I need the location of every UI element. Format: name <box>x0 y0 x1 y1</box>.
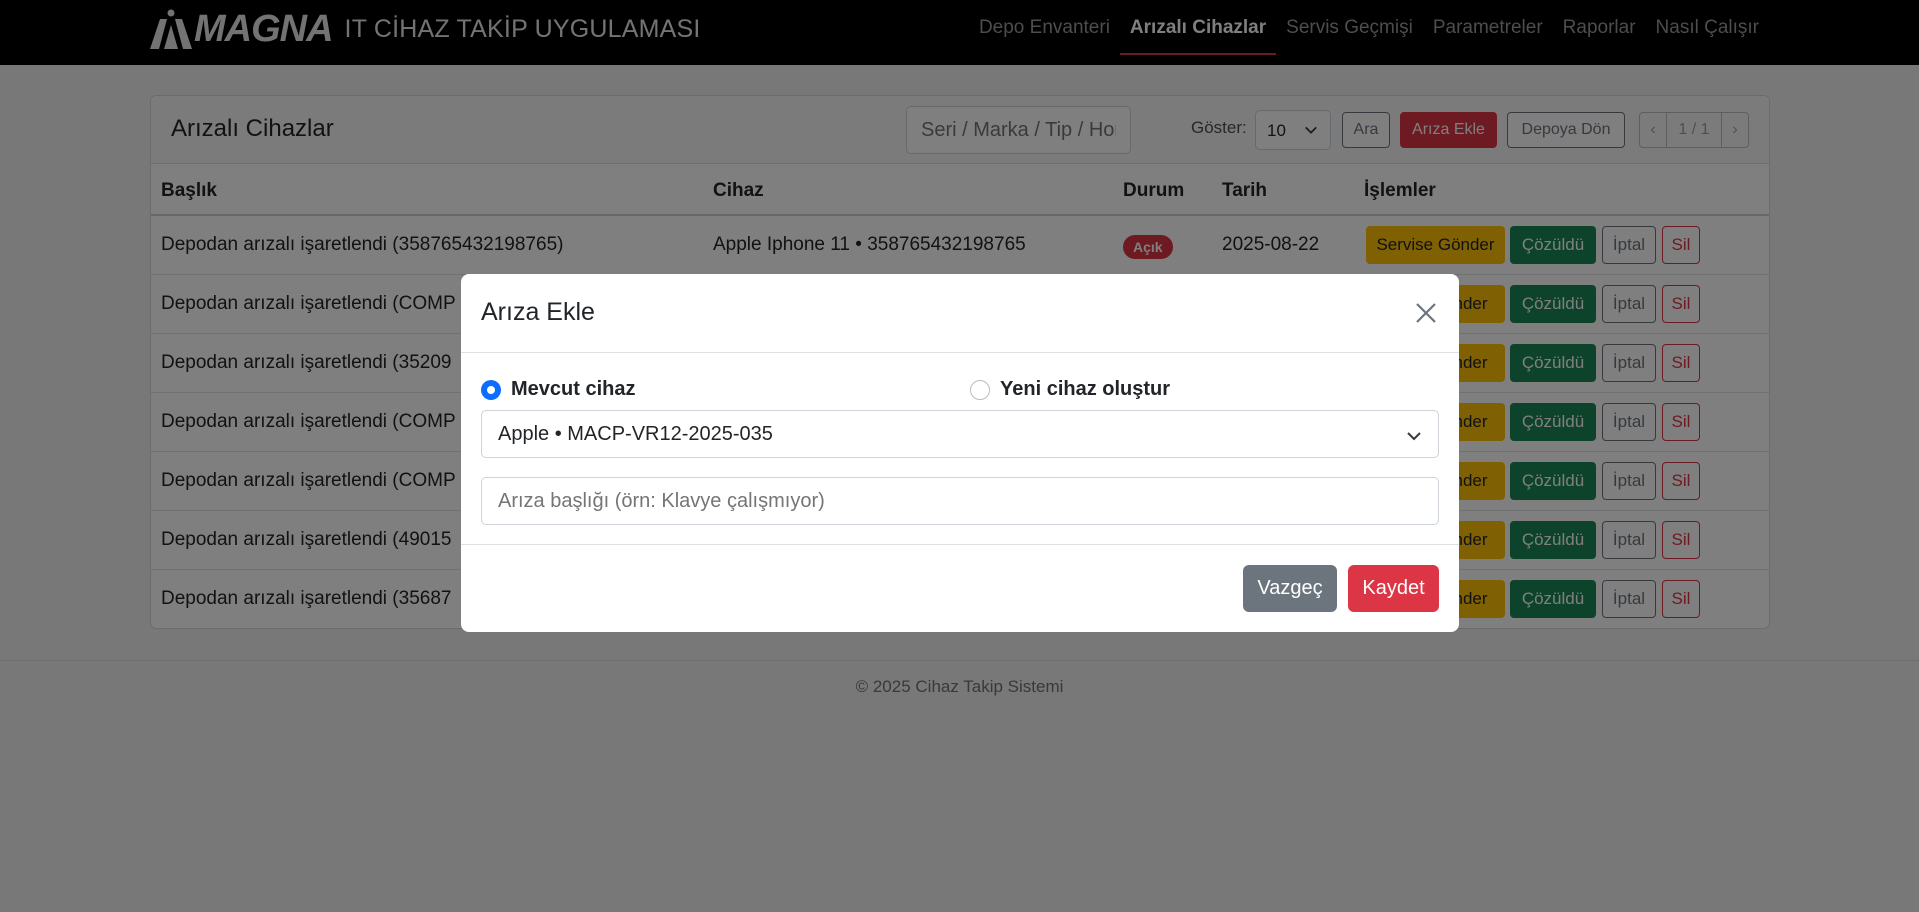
device-select-value: Apple • MACP-VR12-2025-035 <box>498 423 773 445</box>
modal-footer: Vazgeç Kaydet <box>461 544 1459 632</box>
save-button[interactable]: Kaydet <box>1348 565 1439 612</box>
add-fault-modal: Arıza Ekle Mevcut cihaz Yeni cihaz oluşt… <box>461 274 1459 632</box>
device-select[interactable]: Apple • MACP-VR12-2025-035 <box>481 410 1439 458</box>
radio-existing-label: Mevcut cihaz <box>511 378 636 400</box>
radio-existing-indicator[interactable] <box>481 379 501 400</box>
cancel-button[interactable]: Vazgeç <box>1243 565 1337 612</box>
radio-existing-device[interactable]: Mevcut cihaz <box>481 378 635 401</box>
radio-new-device[interactable]: Yeni cihaz oluştur <box>970 378 1170 401</box>
close-icon[interactable] <box>1411 298 1441 328</box>
fault-title-input[interactable] <box>481 477 1439 525</box>
chevron-down-icon <box>1407 432 1421 441</box>
radio-new-indicator[interactable] <box>970 379 990 400</box>
modal-header: Arıza Ekle <box>461 274 1459 353</box>
modal-title: Arıza Ekle <box>481 298 595 326</box>
radio-new-label: Yeni cihaz oluştur <box>1000 378 1171 400</box>
